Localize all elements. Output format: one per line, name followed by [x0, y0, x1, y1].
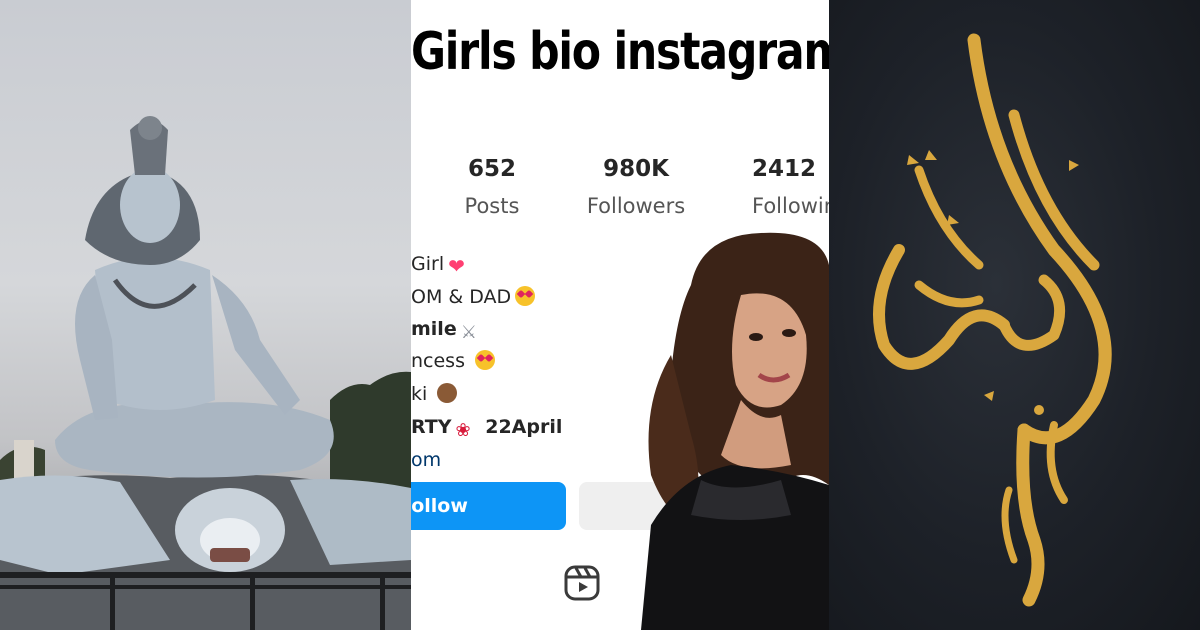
- bio-text: Girl: [411, 253, 445, 275]
- bio-line-4: ncess: [411, 350, 496, 372]
- bio-line-6: RTY ❀ 22April: [411, 416, 562, 441]
- follow-button[interactable]: Follow: [411, 482, 566, 530]
- bio-line-1: Girl ❤: [411, 253, 465, 278]
- bio-line-2: OM & DAD: [411, 286, 536, 308]
- followers-count: 980K: [603, 156, 669, 182]
- bio-text: OM & DAD: [411, 286, 512, 308]
- headline: Girls bio instagram: [411, 22, 829, 82]
- bio-line-3: mile ⚔: [411, 318, 477, 343]
- bio-text: ncess: [411, 350, 465, 372]
- calligraphy-artwork: [829, 0, 1200, 630]
- reels-icon[interactable]: [564, 565, 600, 601]
- crossed-swords-emoji-icon: ⚔: [460, 322, 477, 343]
- posts-count: 652: [467, 156, 516, 182]
- bio-text: mile: [411, 318, 457, 340]
- bio-text: ki: [411, 383, 428, 405]
- bio-line-5: ki: [411, 383, 458, 405]
- instagram-profile-screenshot: Girls bio instagram 652 Posts 980K Follo…: [411, 0, 829, 630]
- stat-followers[interactable]: 980K Followers: [581, 156, 691, 218]
- bio-date: 22April: [485, 416, 563, 438]
- calligraphy-illustration: [873, 33, 1112, 607]
- woman-photo: [641, 232, 829, 630]
- ribbon-emoji-icon: ❀: [455, 420, 471, 441]
- bio-text: om: [411, 449, 442, 471]
- heart-eyes-emoji-icon: [515, 286, 536, 306]
- stat-posts[interactable]: 652 Posts: [451, 156, 533, 218]
- followers-label: Followers: [586, 194, 686, 218]
- see-no-evil-monkey-emoji-icon: [437, 383, 458, 403]
- shiva-statue-photo: [0, 0, 411, 630]
- statue-illustration: [0, 116, 411, 630]
- kissing-face-emoji-icon: [475, 350, 496, 370]
- stat-following[interactable]: 2412 Following: [752, 156, 829, 218]
- follow-label: Follow: [411, 495, 468, 517]
- posts-label: Posts: [464, 194, 520, 218]
- following-label: Following: [752, 194, 829, 218]
- heart-emoji-icon: ❤: [448, 254, 465, 278]
- bio-link[interactable]: om: [411, 449, 441, 471]
- following-count: 2412: [752, 156, 817, 182]
- bio-text: RTY: [411, 416, 452, 438]
